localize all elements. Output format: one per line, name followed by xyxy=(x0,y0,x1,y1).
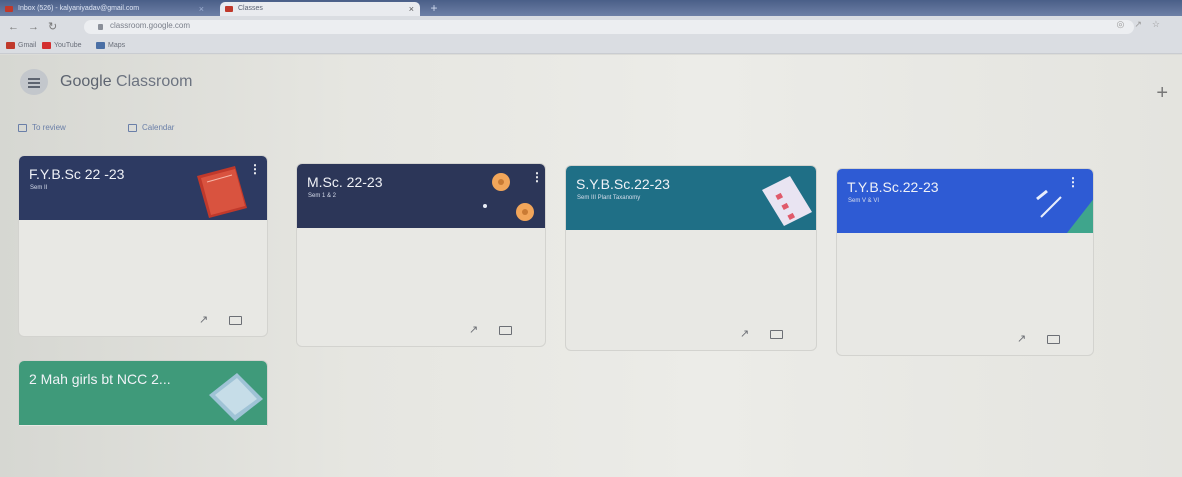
close-icon[interactable]: × xyxy=(409,2,414,16)
url-text: classroom.google.com xyxy=(110,21,191,30)
class-card-tybsc[interactable]: T.Y.B.Sc.22-23 Sem V & VI ⋮ ↗ xyxy=(836,168,1094,356)
progress-trend-icon[interactable]: ↗ xyxy=(1017,332,1026,345)
bookmark-youtube[interactable]: YouTube xyxy=(42,41,82,51)
more-options-icon[interactable]: ⋮ xyxy=(531,170,543,184)
card-actions: ↗ xyxy=(740,327,784,340)
progress-trend-icon[interactable]: ↗ xyxy=(469,323,478,336)
app-header: Google Classroom + xyxy=(0,55,1182,111)
class-card-header[interactable]: S.Y.B.Sc.22-23 Sem III Plant Taxanomy xyxy=(566,166,816,230)
folder-icon[interactable] xyxy=(229,315,243,325)
menu-bar xyxy=(28,78,40,80)
tablet-illustration-icon xyxy=(762,176,812,226)
class-title[interactable]: T.Y.B.Sc.22-23 xyxy=(847,179,939,195)
class-section: Sem II xyxy=(30,185,48,191)
calendar-label: Calendar xyxy=(142,123,175,132)
bookmarks-bar: Gmail YouTube Maps xyxy=(0,38,1182,54)
more-options-icon[interactable]: ⋮ xyxy=(1067,175,1079,189)
card-actions: ↗ xyxy=(1017,332,1061,345)
class-card-header[interactable]: 2 Mah girls bt NCC 2... xyxy=(19,361,267,425)
new-tab-button[interactable]: + xyxy=(427,2,441,14)
class-title[interactable]: 2 Mah girls bt NCC 2... xyxy=(29,371,171,387)
maps-icon xyxy=(96,42,105,49)
classroom-favicon-icon xyxy=(225,6,233,12)
calendar-icon xyxy=(128,124,137,132)
browser-tabstrip: Inbox (526) - kalyaniyadav@gmail.com × C… xyxy=(0,0,1182,16)
progress-trend-icon[interactable]: ↗ xyxy=(199,313,208,326)
menu-bar xyxy=(28,82,40,84)
book-illustration-icon xyxy=(197,166,247,218)
more-options-icon[interactable]: ⋮ xyxy=(249,162,261,176)
browser-toolbar: ← → ↻ classroom.google.com ◎↗☆ xyxy=(0,16,1182,38)
notebook-illustration-icon xyxy=(209,373,263,421)
folder-icon[interactable] xyxy=(770,329,784,339)
class-card-sybsc[interactable]: S.Y.B.Sc.22-23 Sem III Plant Taxanomy ↗ xyxy=(565,165,817,351)
bookmark-gmail[interactable]: Gmail xyxy=(6,41,36,51)
toolbar-actions[interactable]: ◎↗☆ xyxy=(1117,19,1170,30)
to-review-label: To review xyxy=(32,123,66,132)
classroom-page: Google Classroom + To review Calendar F.… xyxy=(0,55,1182,477)
class-card-header[interactable]: M.Sc. 22-23 Sem 1 & 2 ⋮ xyxy=(297,164,545,228)
address-bar[interactable]: classroom.google.com xyxy=(84,20,1134,34)
progress-trend-icon[interactable]: ↗ xyxy=(740,327,749,340)
pen-illustration-icon xyxy=(1036,189,1093,233)
calendar-link[interactable]: Calendar xyxy=(128,122,174,134)
back-icon[interactable]: ← xyxy=(8,20,19,34)
tab-inbox[interactable]: Inbox (526) - kalyaniyadav@gmail.com × xyxy=(0,2,210,16)
class-section: Sem 1 & 2 xyxy=(308,193,337,199)
tab-classes[interactable]: Classes × xyxy=(220,2,420,16)
class-title[interactable]: M.Sc. 22-23 xyxy=(307,174,382,190)
bookmark-label: YouTube xyxy=(54,42,82,49)
class-section: Sem V & VI xyxy=(848,198,880,204)
reload-icon[interactable]: ↻ xyxy=(48,20,57,34)
app-logo[interactable]: Google Classroom xyxy=(60,73,193,91)
youtube-icon xyxy=(42,42,51,49)
card-actions: ↗ xyxy=(469,323,513,336)
menu-bar xyxy=(28,86,40,88)
class-card-fybsc[interactable]: F.Y.B.Sc 22 -23 Sem II ⋮ ↗ xyxy=(18,155,268,337)
class-card-msc[interactable]: M.Sc. 22-23 Sem 1 & 2 ⋮ ↗ xyxy=(296,163,546,347)
folder-icon[interactable] xyxy=(499,325,513,335)
brand-app: Classroom xyxy=(116,73,193,90)
tab-label: Classes xyxy=(238,5,263,12)
main-menu-button[interactable] xyxy=(20,69,48,95)
bookmark-label: Maps xyxy=(108,42,126,49)
folder-icon xyxy=(18,124,27,132)
folder-icon[interactable] xyxy=(1047,334,1061,344)
bookmark-maps[interactable]: Maps xyxy=(96,41,125,51)
class-card-header[interactable]: F.Y.B.Sc 22 -23 Sem II ⋮ xyxy=(19,156,267,220)
add-class-button[interactable]: + xyxy=(1156,83,1168,103)
card-actions: ↗ xyxy=(199,313,243,326)
close-icon[interactable]: × xyxy=(199,2,204,16)
class-card-ncc[interactable]: 2 Mah girls bt NCC 2... xyxy=(18,360,268,426)
class-title[interactable]: S.Y.B.Sc.22-23 xyxy=(576,176,670,192)
gmail-favicon-icon xyxy=(5,6,13,12)
brand-google: Google xyxy=(60,73,112,90)
class-title[interactable]: F.Y.B.Sc 22 -23 xyxy=(29,166,124,182)
to-review-link[interactable]: To review xyxy=(18,122,66,134)
tab-label: Inbox (526) - kalyaniyadav@gmail.com xyxy=(18,5,140,12)
forward-icon[interactable]: → xyxy=(28,20,39,34)
class-card-header[interactable]: T.Y.B.Sc.22-23 Sem V & VI ⋮ xyxy=(837,169,1093,233)
gmail-icon xyxy=(6,42,15,49)
lock-icon xyxy=(98,24,103,30)
bookmark-label: Gmail xyxy=(18,42,37,49)
class-section: Sem III Plant Taxanomy xyxy=(577,195,641,201)
